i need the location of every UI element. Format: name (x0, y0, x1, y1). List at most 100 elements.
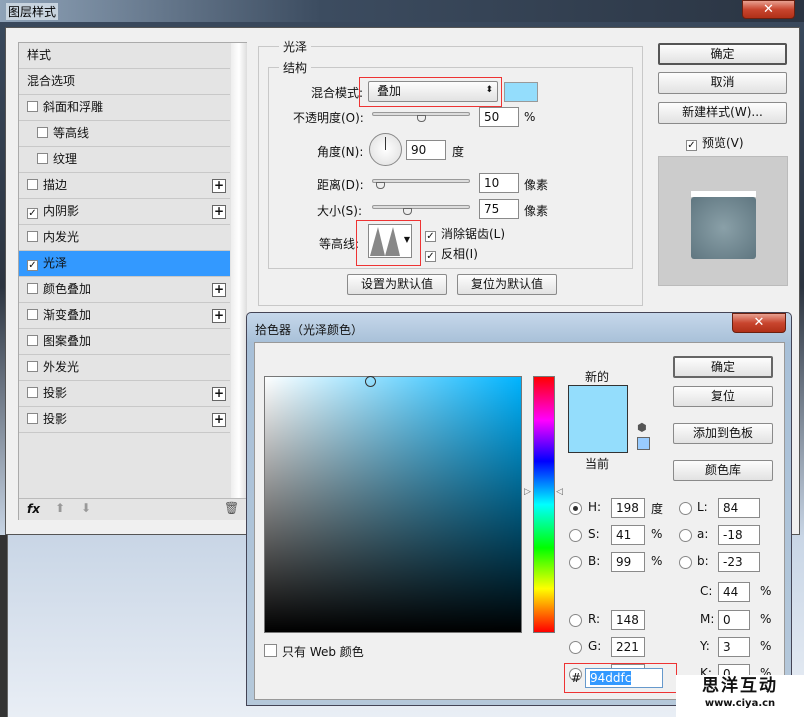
close-button[interactable]: ✕ (742, 0, 795, 19)
radio-R[interactable] (569, 614, 582, 627)
cancel-button[interactable]: 取消 (658, 72, 787, 94)
current-color-swatch[interactable] (568, 419, 628, 453)
style-item[interactable]: 样式 (19, 43, 230, 69)
radio-L[interactable] (679, 502, 692, 515)
checkbox[interactable] (37, 153, 48, 164)
move-down-icon[interactable]: ⬇ (81, 501, 91, 515)
preview-checkbox[interactable]: ✓ 预览(V) (686, 134, 744, 151)
opacity-input[interactable]: 50 (479, 107, 519, 127)
slider-thumb[interactable] (417, 115, 426, 122)
checkbox[interactable] (27, 361, 38, 372)
slider-thumb[interactable] (403, 208, 412, 215)
trash-icon[interactable]: 🗑 (224, 501, 239, 515)
size-input[interactable]: 75 (479, 199, 519, 219)
style-item[interactable]: 纹理 (19, 147, 230, 173)
slider-thumb[interactable] (376, 182, 385, 189)
hex-input[interactable]: 94ddfc (585, 668, 663, 688)
checkbox[interactable] (264, 644, 277, 657)
checkbox[interactable]: ✓ (425, 251, 436, 262)
add-icon[interactable]: + (212, 179, 226, 193)
angle-input[interactable]: 90 (406, 140, 446, 160)
style-item[interactable]: ✓ 内阴影 + (19, 199, 230, 225)
ok-button[interactable]: 确定 (673, 356, 773, 378)
checkbox[interactable] (27, 335, 38, 346)
field-input-C[interactable]: 44 (718, 582, 750, 602)
style-item[interactable]: 描边 + (19, 173, 230, 199)
opacity-slider[interactable] (372, 112, 470, 122)
hue-slider[interactable] (533, 376, 555, 633)
move-up-icon[interactable]: ⬆ (55, 501, 65, 515)
style-item[interactable]: 等高线 (19, 121, 230, 147)
field-input-a[interactable]: -18 (718, 525, 760, 545)
add-icon[interactable]: + (212, 387, 226, 401)
blend-color-swatch[interactable] (504, 82, 538, 102)
checkbox[interactable] (27, 413, 38, 424)
style-item[interactable]: 斜面和浮雕 (19, 95, 230, 121)
field-input-Bv[interactable]: 99 (611, 552, 645, 572)
hue-arrow-right-icon[interactable]: ◁ (556, 487, 563, 497)
add-to-swatches-button[interactable]: 添加到色板 (673, 423, 773, 444)
checkbox[interactable]: ✓ (27, 208, 38, 219)
web-only-checkbox[interactable]: 只有 Web 颜色 (264, 643, 364, 660)
field-input-Y[interactable]: 3 (718, 637, 750, 657)
style-item[interactable]: 渐变叠加 + (19, 303, 230, 329)
angle-dial[interactable] (369, 133, 402, 166)
reset-default-button[interactable]: 复位为默认值 (457, 274, 557, 295)
field-input-S[interactable]: 41 (611, 525, 645, 545)
invert-checkbox[interactable]: ✓ 反相(I) (425, 245, 478, 262)
style-item[interactable]: 投影 + (19, 407, 230, 433)
reset-button[interactable]: 复位 (673, 386, 773, 407)
radio-G[interactable] (569, 641, 582, 654)
color-field[interactable] (264, 376, 522, 633)
add-icon[interactable]: + (212, 283, 226, 297)
add-icon[interactable]: + (212, 205, 226, 219)
checkbox[interactable] (27, 283, 38, 294)
contour-picker[interactable]: ▼ (368, 224, 412, 258)
field-input-R[interactable]: 148 (611, 610, 645, 630)
checkbox[interactable]: ✓ (686, 140, 697, 151)
set-default-button[interactable]: 设置为默认值 (347, 274, 447, 295)
style-item[interactable]: ✓ 光泽 (19, 251, 230, 277)
distance-slider[interactable] (372, 179, 470, 189)
color-cursor[interactable] (365, 376, 376, 387)
ok-button[interactable]: 确定 (658, 43, 787, 65)
new-style-button[interactable]: 新建样式(W)... (658, 102, 787, 124)
checkbox[interactable] (27, 231, 38, 242)
add-icon[interactable]: + (212, 413, 226, 427)
web-safe-swatch[interactable] (637, 437, 650, 450)
style-item[interactable]: 内发光 (19, 225, 230, 251)
gamut-cube-icon[interactable]: ⬢ (637, 421, 647, 434)
style-item[interactable]: 投影 + (19, 381, 230, 407)
checkbox[interactable]: ✓ (425, 231, 436, 242)
field-input-L[interactable]: 84 (718, 498, 760, 518)
color-libraries-button[interactable]: 颜色库 (673, 460, 773, 481)
style-item[interactable]: 外发光 (19, 355, 230, 381)
field-input-M[interactable]: 0 (718, 610, 750, 630)
fx-button[interactable]: fx (27, 502, 40, 516)
checkbox[interactable] (27, 309, 38, 320)
distance-input[interactable]: 10 (479, 173, 519, 193)
hue-arrow-left-icon[interactable]: ▷ (524, 487, 531, 497)
checkbox[interactable]: ✓ (27, 260, 38, 271)
antialias-checkbox[interactable]: ✓ 消除锯齿(L) (425, 225, 505, 242)
field-input-G[interactable]: 221 (611, 637, 645, 657)
radio-b[interactable] (679, 556, 692, 569)
field-input-H[interactable]: 198 (611, 498, 645, 518)
checkbox[interactable] (27, 387, 38, 398)
checkbox[interactable] (27, 101, 38, 112)
field-input-b[interactable]: -23 (718, 552, 760, 572)
style-item[interactable]: 混合选项 (19, 69, 230, 95)
checkbox[interactable] (37, 127, 48, 138)
checkbox[interactable] (27, 179, 38, 190)
close-button[interactable]: ✕ (732, 313, 786, 333)
style-item[interactable]: 图案叠加 (19, 329, 230, 355)
radio-H[interactable] (569, 502, 582, 515)
size-slider[interactable] (372, 205, 470, 215)
radio-a[interactable] (679, 529, 692, 542)
radio-Bv[interactable] (569, 556, 582, 569)
add-icon[interactable]: + (212, 309, 226, 323)
style-item[interactable]: 颜色叠加 + (19, 277, 230, 303)
radio-S[interactable] (569, 529, 582, 542)
styles-scrollbar[interactable] (231, 43, 247, 498)
blend-mode-select[interactable]: 叠加 ⬍ (368, 81, 498, 102)
